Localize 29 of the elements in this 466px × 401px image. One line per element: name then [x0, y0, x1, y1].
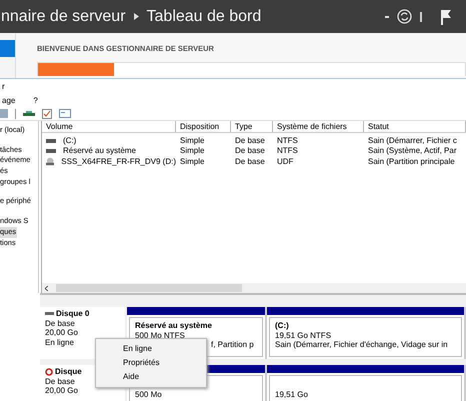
partition-info: 19,51 Go NTFS [275, 330, 332, 340]
table-cell-text: UDF [276, 156, 294, 167]
disk-info: 20,00 Go [45, 386, 79, 396]
table-cell-text: Sain (Système, Actif, Par [367, 146, 458, 157]
table-cell-text: Simple [179, 146, 206, 157]
table-cell-text: Simple [179, 156, 206, 167]
window-title: r [2, 82, 5, 90]
table-cell-text: Sain (Démarrer, Fichier c [367, 136, 458, 146]
disk-info: En ligne [45, 338, 75, 347]
partition-info: Sain (Démarrer, Fichier d'échange, Vidage sur in [275, 340, 449, 350]
table-cell-text: SSS_X64FRE_FR-FR_DV9 (D:) [60, 156, 176, 167]
disk-info: De base [45, 376, 76, 386]
table-cell-text: NTFS [276, 146, 299, 157]
table-cell-text: (C:) [62, 136, 76, 146]
table-cell-text: De base [234, 156, 266, 167]
table-cell-text: NTFS [276, 136, 299, 146]
table-cell-text: De base [234, 136, 266, 146]
partition-info: 500 Mo NTFS [135, 330, 186, 340]
table-cell-text: Sain (Partition principale [367, 156, 456, 167]
table-cell-text: Simple [179, 136, 206, 146]
table-cell-text: De base [234, 146, 266, 157]
partition-info: 500 Mo [135, 390, 163, 400]
partition-info: 19,51 Go [275, 390, 309, 400]
partition-info: f, Partition p [211, 340, 254, 350]
disk-info: 20,00 Go [45, 328, 79, 338]
partition-info: Réservé au système [135, 321, 213, 330]
disk-info: De base [45, 318, 76, 328]
partition-info: (C:) [275, 321, 290, 330]
table-cell-text: Réservé au système [62, 146, 136, 157]
